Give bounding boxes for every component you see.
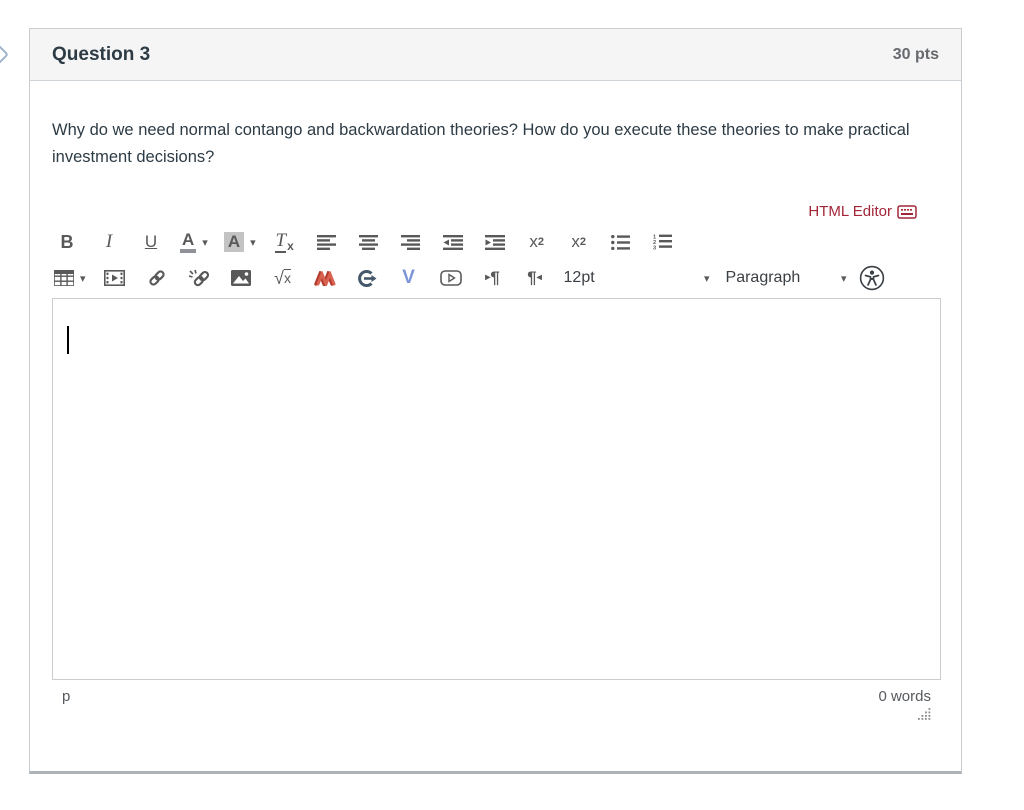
question-points: 30 pts [892, 45, 939, 63]
svg-text:3: 3 [653, 245, 656, 250]
underline-icon: U [144, 232, 158, 251]
bold-icon: B [60, 231, 74, 252]
editor-toolbar-row-1: B I U A ▾ A ▾ T x x 2 x 2 1 2 3 [52, 224, 939, 260]
rtl-direction-button[interactable]: ¶ ◂ [520, 263, 550, 293]
question-title: Question 3 [52, 43, 151, 65]
subscript-sub: 2 [579, 236, 586, 248]
editor-toolbar-row-2: ▾ √ x V ▸ ¶ ¶ ◂ 12pt ▾ Paragraph ▾ [52, 260, 939, 296]
keyboard-icon [897, 204, 917, 219]
align-right-icon [401, 234, 421, 250]
italic-icon: I [105, 231, 113, 252]
subscript-button[interactable]: x2 [564, 227, 594, 257]
text-cursor [67, 326, 69, 354]
paragraph-format-dropdown[interactable]: Paragraph ▾ [724, 263, 849, 293]
html-editor-link[interactable]: HTML Editor [52, 203, 939, 220]
clear-formatting-button[interactable]: T x [270, 227, 300, 257]
subscript-icon: x [571, 232, 580, 251]
superscript-icon: x [529, 232, 538, 251]
rtl-pilcrow: ¶ [527, 268, 537, 287]
text-color-button[interactable]: A ▾ [178, 227, 210, 257]
clear-formatting-icon: T [275, 230, 287, 253]
outdent-button[interactable] [438, 227, 468, 257]
chevron-down-icon: ▾ [704, 272, 710, 285]
rtl-triangle-icon: ◂ [536, 271, 542, 283]
v-tool-button[interactable]: V [394, 263, 424, 293]
chevron-down-icon: ▾ [80, 272, 86, 285]
equation-button[interactable]: √ x [268, 263, 298, 293]
bullet-list-button[interactable] [606, 227, 636, 257]
chevron-down-icon: ▾ [841, 272, 847, 285]
html-editor-label: HTML Editor [808, 203, 892, 220]
element-path: p [62, 688, 71, 705]
italic-button[interactable]: I [94, 227, 124, 257]
ltr-pilcrow: ¶ [490, 268, 500, 287]
resize-grip-icon[interactable] [918, 707, 931, 725]
bullet-list-icon [611, 234, 631, 250]
unlink-icon [188, 269, 209, 286]
background-color-button[interactable]: A ▾ [222, 227, 258, 257]
bold-button[interactable]: B [52, 227, 82, 257]
c-arrow-icon [357, 269, 377, 287]
ltr-direction-button[interactable]: ▸ ¶ [478, 263, 508, 293]
rich-content-editor: HTML Editor B I U A ▾ A ▾ T x x 2 x 2 1 … [52, 203, 941, 725]
media-button[interactable] [100, 263, 130, 293]
background-color-icon: A [223, 232, 245, 252]
video-play-icon [439, 270, 462, 286]
question-nav-marker [0, 41, 9, 68]
media-icon [104, 270, 126, 286]
external-tool-arrow-button[interactable] [352, 263, 382, 293]
image-button[interactable] [226, 263, 256, 293]
indent-icon [484, 234, 505, 250]
outdent-icon [442, 234, 463, 250]
clear-formatting-x: x [287, 239, 294, 253]
image-icon [230, 270, 251, 286]
unlink-button[interactable] [184, 263, 214, 293]
question-header: Question 3 30 pts [30, 29, 961, 81]
align-right-button[interactable] [396, 227, 426, 257]
video-embed-button[interactable] [436, 263, 466, 293]
align-center-button[interactable] [354, 227, 384, 257]
word-count: 0 words [878, 688, 931, 705]
v-tool-icon: V [402, 267, 415, 288]
align-left-icon [317, 234, 337, 250]
paragraph-format-value: Paragraph [725, 269, 801, 286]
chevron-down-icon: ▾ [250, 236, 256, 249]
question-text: Why do we need normal contango and backw… [52, 121, 910, 166]
table-icon [54, 270, 74, 286]
ltr-triangle-icon: ▸ [485, 271, 491, 283]
indent-button[interactable] [480, 227, 510, 257]
text-color-icon: A [180, 231, 197, 253]
underline-button[interactable]: U [136, 227, 166, 257]
question-panel: Question 3 30 pts Why do we need normal … [29, 28, 962, 774]
equation-icon: √ [274, 267, 284, 288]
link-icon [148, 270, 165, 286]
red-waves-tool-button[interactable] [310, 263, 340, 293]
numbered-list-icon: 1 2 3 [653, 234, 673, 250]
equation-var: x [283, 270, 291, 286]
align-center-icon [359, 234, 379, 250]
chevron-down-icon: ▾ [202, 236, 208, 249]
red-waves-icon [313, 270, 336, 286]
superscript-exp: 2 [537, 236, 544, 248]
font-size-dropdown[interactable]: 12pt ▾ [562, 263, 712, 293]
rich-text-editor-body[interactable] [52, 298, 941, 680]
link-button[interactable] [142, 263, 172, 293]
font-size-value: 12pt [563, 269, 595, 286]
accessibility-checker-button[interactable] [857, 263, 887, 293]
accessibility-icon [859, 265, 884, 291]
numbered-list-button[interactable]: 1 2 3 [648, 227, 678, 257]
align-left-button[interactable] [312, 227, 342, 257]
editor-status-bar: p 0 words [52, 680, 941, 725]
table-button[interactable]: ▾ [52, 263, 88, 293]
superscript-button[interactable]: x2 [522, 227, 552, 257]
